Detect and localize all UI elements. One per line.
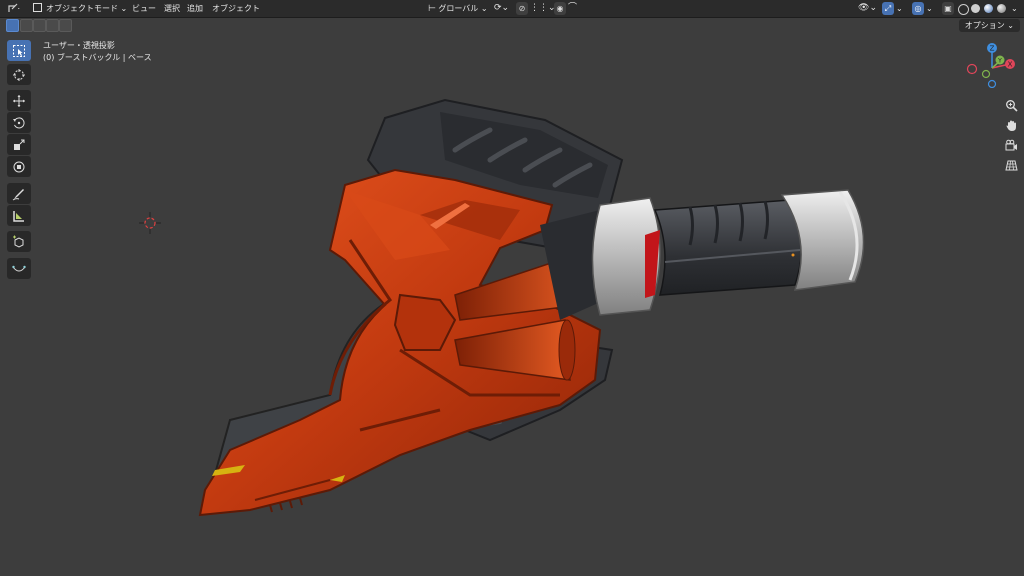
rotate-tool[interactable] [7,112,31,133]
curve-tool[interactable] [7,258,31,279]
3d-cursor-icon [139,212,161,234]
rotate-icon [13,116,25,128]
measure-tool[interactable] [7,205,31,226]
grid-button[interactable] [1002,156,1020,174]
gizmo-neg-z[interactable] [987,79,997,88]
annotate-tool[interactable] [7,183,31,204]
select-box-icon [13,44,25,57]
move-tool[interactable] [7,90,31,111]
add-cube-icon [13,235,24,248]
navigation-gizmo[interactable]: X Z Y [962,38,1022,88]
move-icon [13,94,25,107]
zoom-icon [1005,99,1018,112]
measure-icon [13,210,24,222]
gizmo-neg-y[interactable] [981,69,991,79]
curve-icon [12,265,26,271]
camera-icon [1005,139,1017,150]
add-cube-tool[interactable] [7,231,31,252]
gizmo-y-label: Y [997,58,1002,65]
pan-button[interactable] [1002,116,1020,134]
cursor-tool[interactable] [7,64,31,85]
cursor-icon [13,68,25,81]
viewport-scene [139,98,865,517]
zoom-button[interactable] [1002,96,1020,114]
select-box-tool[interactable] [7,40,31,61]
buckle-model[interactable] [198,98,865,517]
grid-icon [1004,160,1018,170]
gizmo-neg-x[interactable] [966,63,978,75]
gizmo-z-label: Z [990,45,995,53]
annotate-icon [12,188,24,200]
transform-icon [13,161,25,172]
pan-icon [1006,120,1016,131]
camera-button[interactable] [1002,136,1020,154]
scale-tool[interactable] [7,134,31,155]
scale-icon [14,139,25,150]
gizmo-x-label: X [1008,61,1013,69]
transform-tool[interactable] [7,156,31,177]
